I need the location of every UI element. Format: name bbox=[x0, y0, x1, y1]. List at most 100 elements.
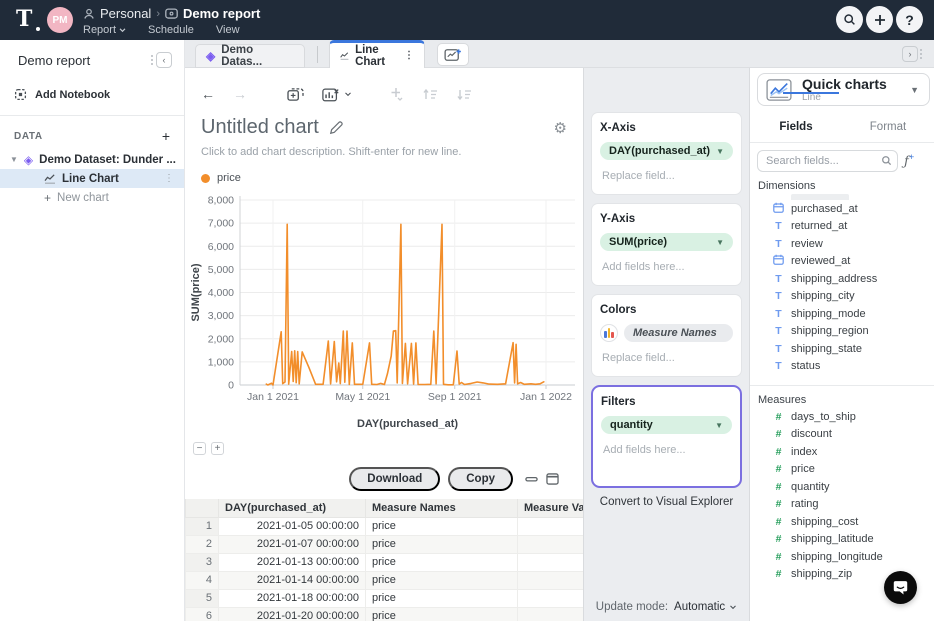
menu-report[interactable]: Report bbox=[83, 24, 126, 36]
search-button[interactable] bbox=[836, 6, 863, 33]
number-type-icon: # bbox=[773, 463, 784, 475]
measure-item-index[interactable]: #index bbox=[758, 443, 934, 461]
download-button[interactable]: Download bbox=[349, 467, 440, 491]
measure-item-shipping_latitude[interactable]: #shipping_latitude bbox=[758, 531, 934, 549]
svg-text:3,000: 3,000 bbox=[208, 310, 234, 322]
filters-card: Filters quantity ▼ Add fields here... bbox=[591, 385, 742, 488]
expand-panel-button[interactable]: › bbox=[902, 46, 922, 62]
tab-format[interactable]: Format bbox=[842, 115, 934, 142]
redo-button[interactable]: → bbox=[233, 86, 247, 102]
colors-field-pill[interactable]: Measure Names bbox=[624, 324, 733, 342]
dataset-icon: ◈ bbox=[206, 49, 215, 63]
sidebar-item-dataset[interactable]: ▼ ◈ Demo Dataset: Dunder ... bbox=[0, 150, 184, 169]
copy-button[interactable]: Copy bbox=[448, 467, 513, 491]
chart-settings-gear-icon[interactable]: ⚙ bbox=[554, 119, 567, 137]
y-axis-drop-placeholder[interactable]: Add fields here... bbox=[600, 261, 733, 273]
sort-ascending-button[interactable] bbox=[422, 88, 438, 101]
table-row[interactable]: 42021-01-14 00:00:00price bbox=[186, 571, 584, 589]
update-mode-dropdown[interactable]: Automatic bbox=[674, 601, 737, 613]
person-icon bbox=[83, 8, 95, 20]
app-logo-icon[interactable]: T bbox=[16, 6, 42, 32]
help-button[interactable]: ? bbox=[896, 6, 923, 33]
chevron-down-icon[interactable]: ▼ bbox=[10, 155, 18, 164]
colors-drop-placeholder[interactable]: Replace field... bbox=[600, 352, 733, 364]
table-column-header[interactable]: DAY(purchased_at) bbox=[219, 499, 366, 517]
dimension-item-purchased_at[interactable]: purchased_at bbox=[758, 200, 934, 218]
field-label: shipping_latitude bbox=[791, 533, 874, 545]
table-column-header[interactable] bbox=[186, 499, 219, 517]
chart-title[interactable]: Untitled chart bbox=[201, 116, 319, 139]
menu-view[interactable]: View bbox=[216, 24, 240, 36]
undo-button[interactable]: ← bbox=[201, 86, 215, 102]
table-row[interactable]: 52021-01-18 00:00:00price bbox=[186, 589, 584, 607]
measure-item-shipping_cost[interactable]: #shipping_cost bbox=[758, 513, 934, 531]
dimension-item-reviewed_at[interactable]: reviewed_at bbox=[758, 253, 934, 271]
measure-item-discount[interactable]: #discount bbox=[758, 426, 934, 444]
sidebar-item-new-chart[interactable]: + New chart bbox=[0, 188, 184, 207]
minimize-table-button[interactable] bbox=[525, 475, 538, 483]
kebab-menu-icon[interactable]: ⋮ bbox=[404, 50, 414, 61]
quick-charts-selector[interactable]: Quick charts Line ▼ bbox=[757, 73, 930, 106]
zoom-in-button[interactable]: + bbox=[211, 442, 224, 455]
dimension-item-shipping_mode[interactable]: Tshipping_mode bbox=[758, 305, 934, 323]
x-axis-drop-placeholder[interactable]: Replace field... bbox=[600, 170, 733, 182]
chevron-down-icon bbox=[729, 605, 737, 610]
y-axis-field-pill[interactable]: SUM(price) ▼ bbox=[600, 233, 733, 251]
measure-name-cell: price bbox=[366, 535, 518, 553]
add-data-button[interactable]: + bbox=[162, 128, 170, 144]
add-notebook-button[interactable]: Add Notebook bbox=[14, 88, 184, 101]
legend-label[interactable]: price bbox=[217, 172, 241, 184]
measure-item-rating[interactable]: #rating bbox=[758, 496, 934, 514]
measure-item-price[interactable]: #price bbox=[758, 461, 934, 479]
dimension-item-shipping_region[interactable]: Tshipping_region bbox=[758, 323, 934, 341]
chart-description-placeholder[interactable]: Click to add chart description. Shift-en… bbox=[185, 139, 583, 158]
move-field-button[interactable] bbox=[388, 87, 404, 101]
collapse-sidebar-button[interactable]: ‹ bbox=[151, 52, 172, 68]
menu-schedule[interactable]: Schedule bbox=[148, 24, 194, 36]
line-chart[interactable]: 01,0002,0003,0004,0005,0006,0007,0008,00… bbox=[185, 186, 583, 436]
zoom-out-button[interactable]: − bbox=[193, 442, 206, 455]
table-row[interactable]: 22021-01-07 00:00:00price bbox=[186, 535, 584, 553]
maximize-table-button[interactable] bbox=[546, 473, 559, 485]
dimension-item-shipping_address[interactable]: Tshipping_address bbox=[758, 270, 934, 288]
measure-item-shipping_longitude[interactable]: #shipping_longitude bbox=[758, 548, 934, 566]
chat-widget-button[interactable] bbox=[884, 571, 917, 604]
dimension-item-status[interactable]: Tstatus bbox=[758, 358, 934, 376]
breadcrumb-report-title[interactable]: Demo report bbox=[183, 6, 260, 21]
avatar[interactable]: PM bbox=[47, 7, 73, 33]
edit-pencil-icon[interactable] bbox=[329, 121, 343, 135]
dimension-item-shipping_city[interactable]: Tshipping_city bbox=[758, 288, 934, 306]
tab-demo-dataset[interactable]: ◈ Demo Datas... bbox=[195, 44, 305, 68]
add-button[interactable] bbox=[866, 6, 893, 33]
line-chart-icon bbox=[340, 51, 349, 61]
date-cell: 2021-01-14 00:00:00 bbox=[219, 571, 366, 589]
sidebar-item-line-chart[interactable]: Line Chart ⋮ bbox=[0, 169, 184, 188]
convert-to-visual-explorer-link[interactable]: Convert to Visual Explorer bbox=[591, 496, 742, 508]
add-formula-button[interactable]: ƒ+ bbox=[904, 152, 914, 169]
tab-line-chart[interactable]: Line Chart ⋮ bbox=[329, 40, 425, 68]
filters-drop-placeholder[interactable]: Add fields here... bbox=[601, 444, 732, 456]
tab-fields[interactable]: Fields bbox=[750, 115, 842, 142]
table-column-header[interactable]: Measure Names bbox=[366, 499, 518, 517]
table-column-header[interactable]: Measure Value bbox=[518, 499, 584, 517]
measure-item-quantity[interactable]: #quantity bbox=[758, 478, 934, 496]
table-row[interactable]: 32021-01-13 00:00:00price bbox=[186, 553, 584, 571]
filters-field-pill[interactable]: quantity ▼ bbox=[601, 416, 732, 434]
duplicate-chart-button[interactable] bbox=[287, 87, 304, 102]
dimension-item-returned_at[interactable]: Treturned_at bbox=[758, 218, 934, 236]
remove-chart-button[interactable] bbox=[322, 87, 352, 102]
x-axis-field-pill[interactable]: DAY(purchased_at) ▼ bbox=[600, 142, 733, 160]
search-fields-input[interactable] bbox=[757, 150, 898, 172]
legend-swatch bbox=[201, 174, 210, 183]
sort-descending-button[interactable] bbox=[456, 88, 472, 101]
kebab-menu-icon[interactable]: ⋮ bbox=[164, 173, 174, 184]
new-chart-tab-button[interactable] bbox=[437, 43, 469, 66]
measure-item-days_to_ship[interactable]: #days_to_ship bbox=[758, 408, 934, 426]
dimension-item-review[interactable]: Treview bbox=[758, 235, 934, 253]
dimension-item-shipping_state[interactable]: Tshipping_state bbox=[758, 340, 934, 358]
breadcrumb-workspace[interactable]: Personal bbox=[100, 6, 151, 21]
measure-name-cell: price bbox=[366, 517, 518, 535]
table-row[interactable]: 62021-01-20 00:00:00price bbox=[186, 607, 584, 621]
measure-name-cell: price bbox=[366, 553, 518, 571]
table-row[interactable]: 12021-01-05 00:00:00price bbox=[186, 517, 584, 535]
